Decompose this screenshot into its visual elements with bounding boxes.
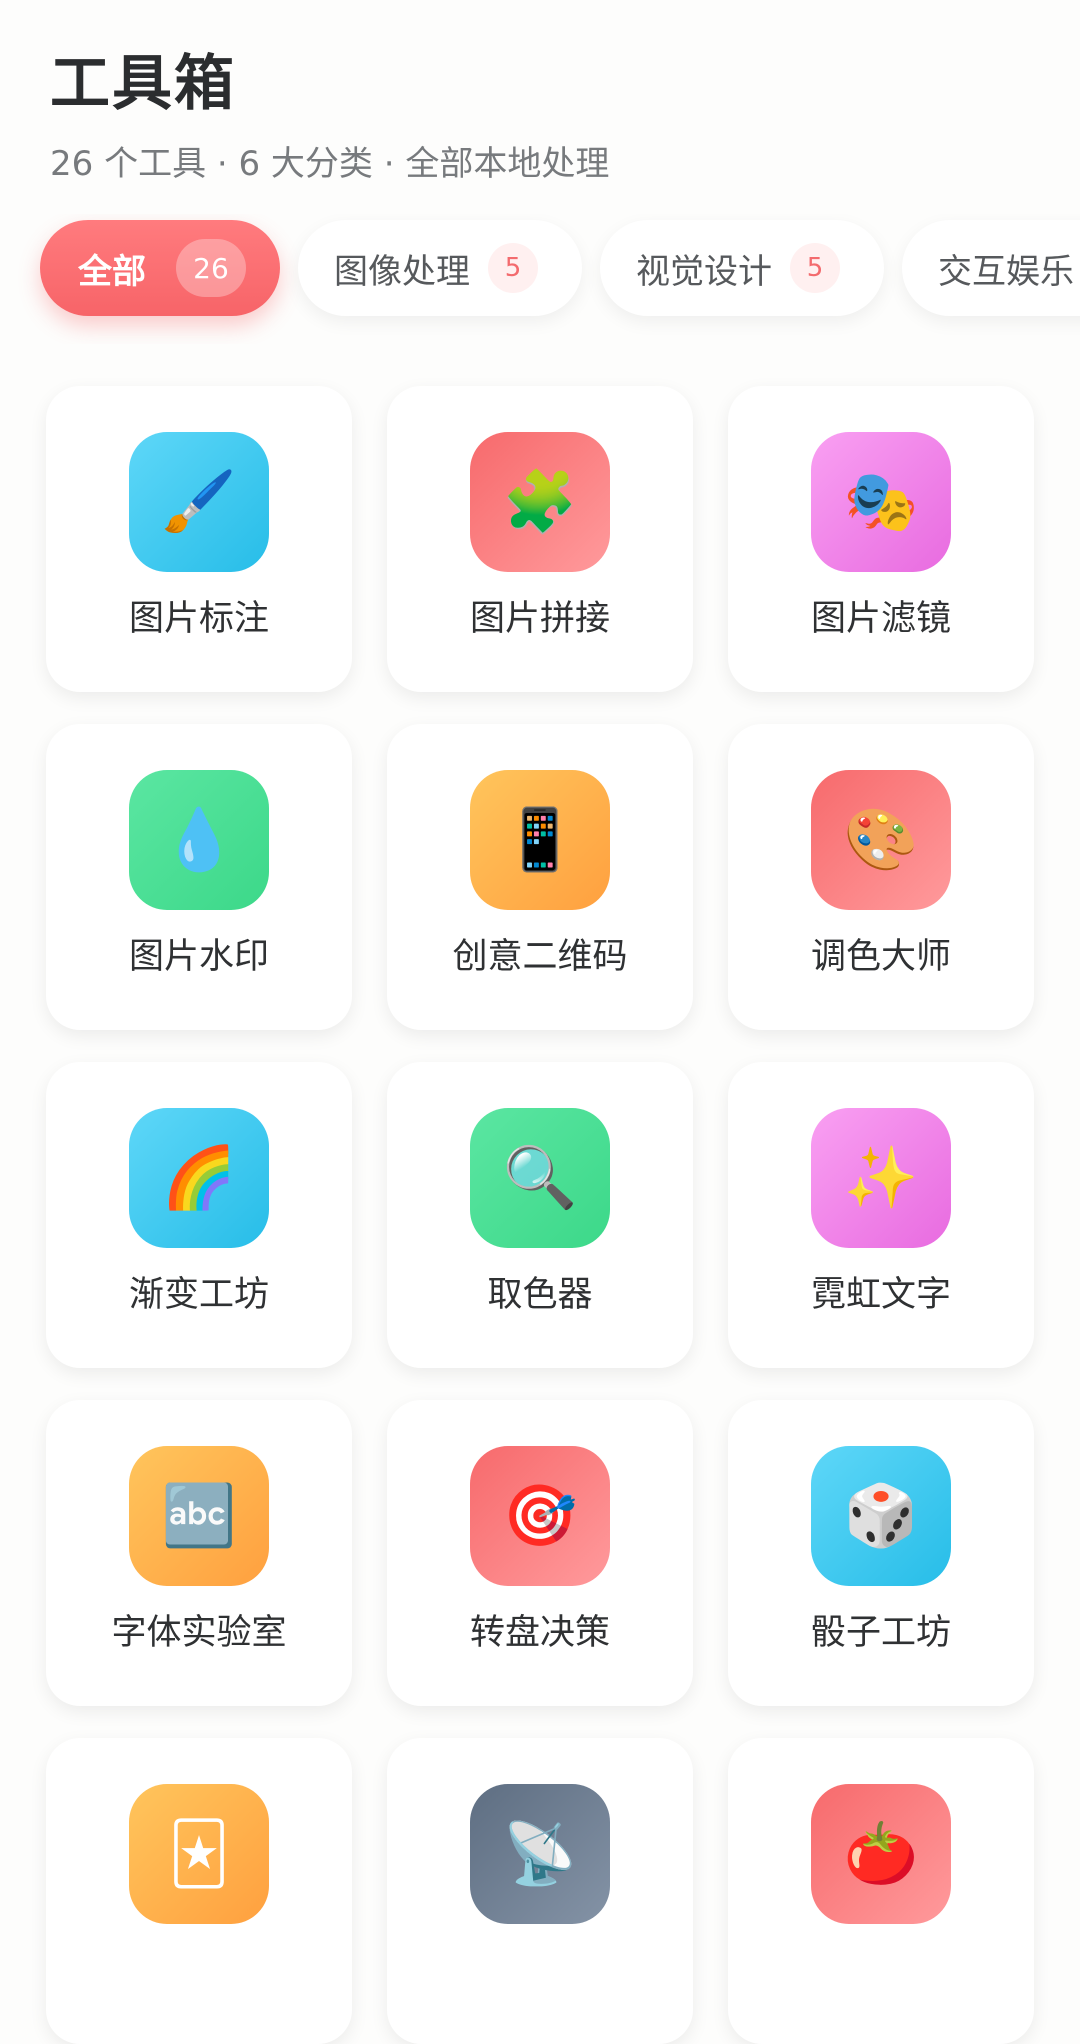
paintbrush-icon: 🖌️	[129, 432, 269, 572]
tool-name: 图片拼接	[469, 599, 610, 639]
page-subtitle: 26 个工具 · 6 大分类 · 全部本地处理	[50, 144, 610, 184]
tool-name: 图片水印	[128, 937, 269, 977]
header: 工具箱 26 个工具 · 6 大分类 · 全部本地处理	[50, 44, 1080, 186]
tool-card-wheel-decision[interactable]: 🎯 转盘决策	[387, 1400, 693, 1706]
droplet-icon: 💧	[129, 770, 269, 910]
tool-card-tomato[interactable]: 🍅	[728, 1738, 1034, 2044]
tool-name: 字体实验室	[111, 1613, 287, 1653]
tab-label: 图像处理	[334, 251, 470, 292]
puzzle-icon: 🧩	[470, 432, 610, 572]
tool-name: 调色大师	[810, 937, 951, 977]
tab-count-badge: 5	[790, 243, 840, 293]
tool-card-creative-qrcode[interactable]: 📱 创意二维码	[387, 724, 693, 1030]
sparkles-icon: ✨	[811, 1108, 951, 1248]
tool-card-image-stitch[interactable]: 🧩 图片拼接	[387, 386, 693, 692]
tool-name: 骰子工坊	[810, 1613, 951, 1653]
tool-card-dice-workshop[interactable]: 🎲 骰子工坊	[728, 1400, 1034, 1706]
tool-card-font-lab[interactable]: 🔤 字体实验室	[46, 1400, 352, 1706]
tab-count-badge: 26	[176, 239, 246, 297]
tool-name: 取色器	[487, 1275, 593, 1315]
tab-visual-design[interactable]: 视觉设计 5	[600, 220, 884, 316]
tool-name: 渐变工坊	[128, 1275, 269, 1315]
satellite-dish-icon: 📡	[470, 1784, 610, 1924]
magnifier-icon: 🔍	[470, 1108, 610, 1248]
tool-name: 图片标注	[128, 599, 269, 639]
tool-name: 创意二维码	[452, 937, 628, 977]
tool-grid: 🖌️ 图片标注 🧩 图片拼接 🎭 图片滤镜 💧 图片水印 📱 创意二维码 🎨 调…	[46, 386, 1034, 2044]
tab-count-badge: 5	[488, 243, 538, 293]
palette-icon: 🎨	[811, 770, 951, 910]
tool-card-color-master[interactable]: 🎨 调色大师	[728, 724, 1034, 1030]
tomato-icon: 🍅	[811, 1784, 951, 1924]
tab-label: 视觉设计	[636, 251, 772, 292]
category-tabs[interactable]: 全部 26 图像处理 5 视觉设计 5 交互娱乐	[0, 214, 1080, 344]
abc-icon: 🔤	[129, 1446, 269, 1586]
category-tabs-row: 全部 26 图像处理 5 视觉设计 5 交互娱乐	[40, 220, 1080, 316]
tab-all[interactable]: 全部 26	[40, 220, 280, 316]
dice-icon: 🎲	[811, 1446, 951, 1586]
tool-name: 转盘决策	[469, 1613, 610, 1653]
tool-card-satellite[interactable]: 📡	[387, 1738, 693, 2044]
joker-card-icon: 🃏	[129, 1784, 269, 1924]
tool-card-image-watermark[interactable]: 💧 图片水印	[46, 724, 352, 1030]
target-icon: 🎯	[470, 1446, 610, 1586]
tool-card-color-picker[interactable]: 🔍 取色器	[387, 1062, 693, 1368]
tab-label: 全部	[78, 251, 146, 292]
tool-card-image-annotate[interactable]: 🖌️ 图片标注	[46, 386, 352, 692]
tab-label: 交互娱乐	[938, 251, 1074, 292]
tool-card-neon-text[interactable]: ✨ 霓虹文字	[728, 1062, 1034, 1368]
tool-card-gradient-workshop[interactable]: 🌈 渐变工坊	[46, 1062, 352, 1368]
tab-interactive-entertainment[interactable]: 交互娱乐	[902, 220, 1080, 316]
tool-name: 霓虹文字	[810, 1275, 951, 1315]
rainbow-icon: 🌈	[129, 1108, 269, 1248]
tool-card-joker[interactable]: 🃏	[46, 1738, 352, 2044]
tab-image-processing[interactable]: 图像处理 5	[298, 220, 582, 316]
theater-masks-icon: 🎭	[811, 432, 951, 572]
page-title: 工具箱	[50, 49, 236, 119]
mobile-phone-icon: 📱	[470, 770, 610, 910]
tool-name: 图片滤镜	[810, 599, 951, 639]
tool-card-image-filter[interactable]: 🎭 图片滤镜	[728, 386, 1034, 692]
